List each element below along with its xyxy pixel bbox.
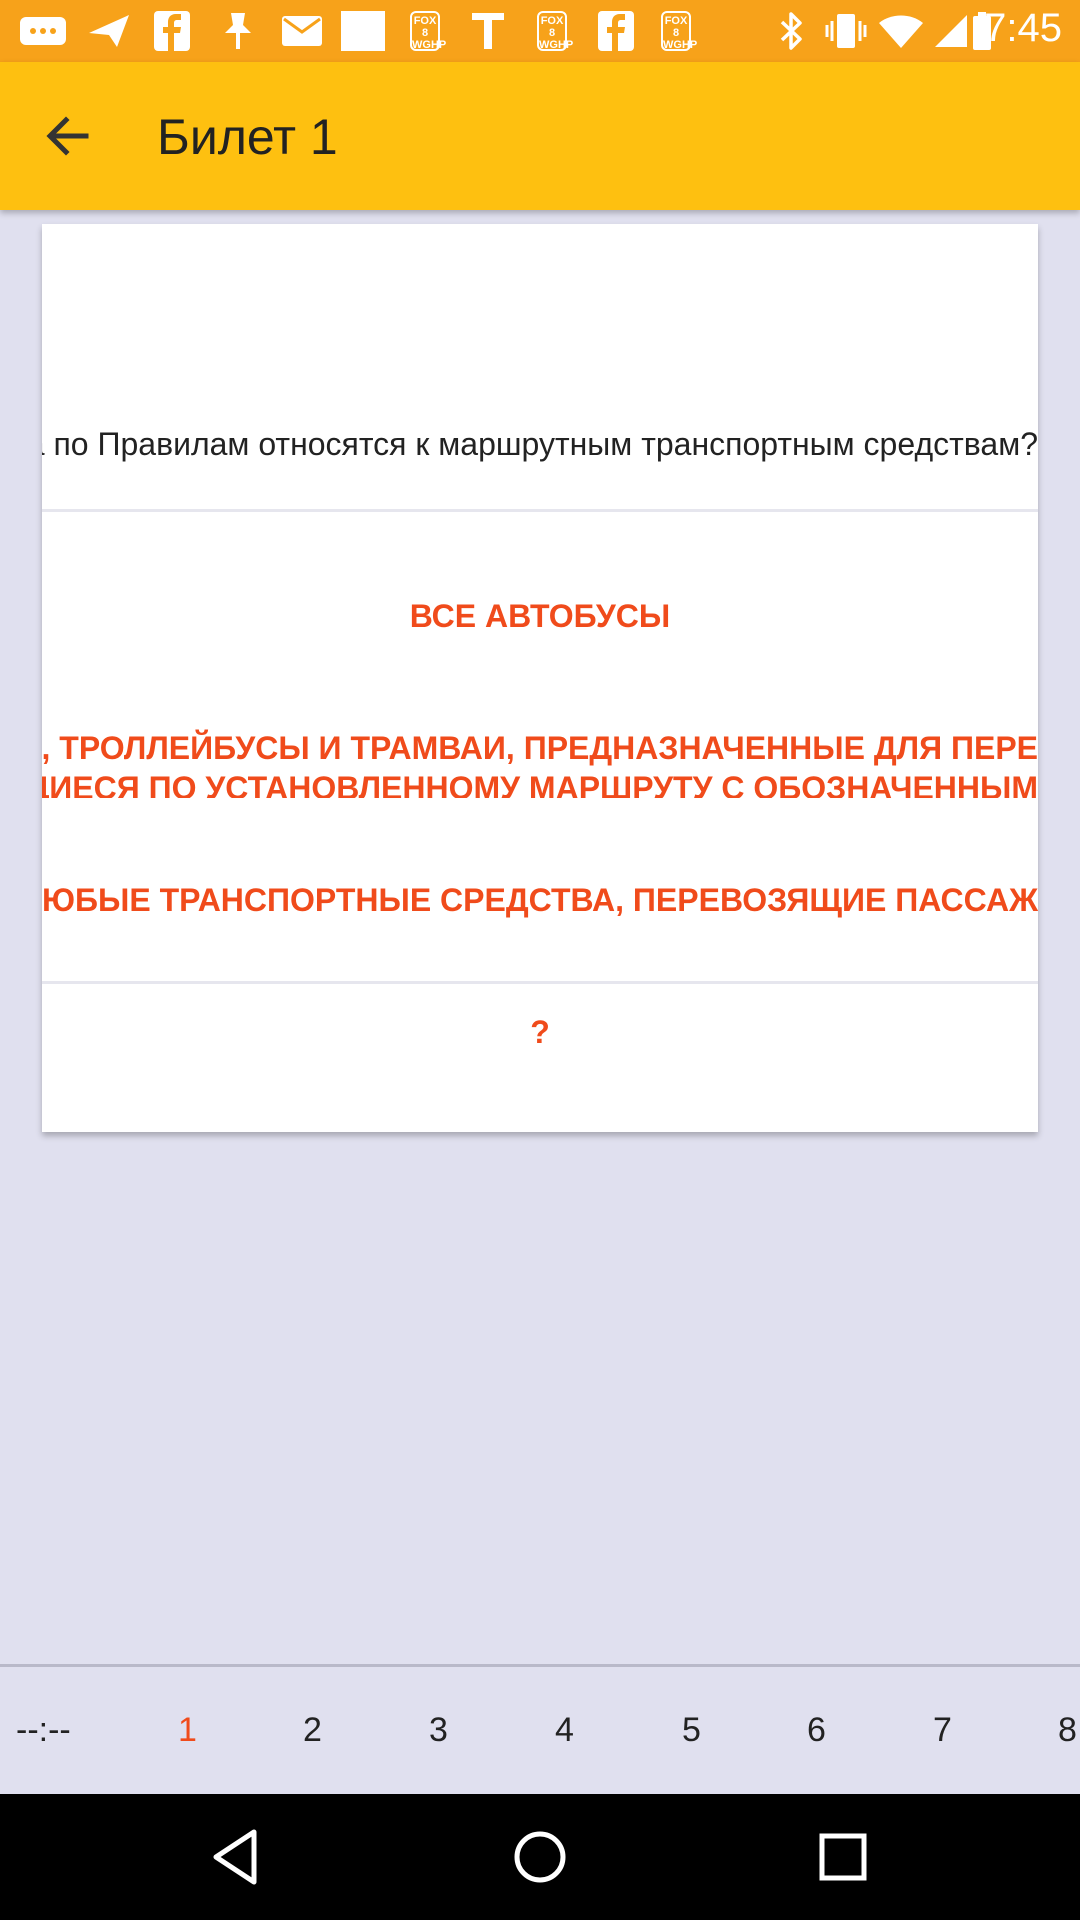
app-bar: Билет 1 (0, 62, 1080, 210)
fox8-icon: FOX 8 WGHP (660, 11, 697, 51)
answer-text-line1: АВТОБУСЫ, ТРОЛЛЕЙБУСЫ И ТРАМВАИ, ПРЕДНАЗ… (42, 730, 1038, 766)
signal-icon (932, 11, 970, 51)
answer-option-2[interactable]: АВТОБУСЫ, ТРОЛЛЕЙБУСЫ И ТРАМВАИ, ПРЕДНАЗ… (42, 728, 1038, 798)
timer-label: --:-- (16, 1711, 71, 1749)
ticket-question-tabs: --:-- 1 2 3 4 5 6 7 8 (0, 1664, 1080, 1797)
tab-question-1[interactable]: 1 (178, 1711, 197, 1750)
mail-icon (280, 11, 324, 51)
square-recents-icon (819, 1833, 867, 1881)
pin-icon (218, 11, 258, 51)
hint-button[interactable]: ? (42, 1014, 1038, 1064)
answer-text-line2: И ДВИЖУЩИЕСЯ ПО УСТАНОВЛЕННОМУ МАРШРУТУ … (42, 770, 1038, 798)
nav-back-button[interactable] (202, 1822, 272, 1892)
divider (42, 509, 1038, 512)
divider (42, 981, 1038, 984)
tab-question-6[interactable]: 6 (807, 1711, 826, 1750)
answer-text: ВСЕ АВТОБУСЫ (409, 598, 671, 634)
clock: 7:45 (984, 6, 1062, 50)
tab-question-8[interactable]: 8 (1058, 1711, 1077, 1750)
question-card: Какие транспортные средства по Правилам … (42, 224, 1038, 1132)
tab-question-7[interactable]: 7 (933, 1711, 952, 1750)
answer-option-1[interactable]: ВСЕ АВТОБУСЫ (42, 598, 1038, 642)
status-bar: FOX 8 WGHP FOX 8 WGHP FOX 8 WGHP 7:45 (0, 0, 1080, 62)
nav-home-button[interactable] (505, 1822, 575, 1892)
fox8-icon: FOX 8 WGHP (409, 11, 446, 51)
circle-home-icon (514, 1831, 566, 1883)
navigation-bar (0, 1794, 1080, 1920)
hint-text: ? (530, 1014, 550, 1050)
facebook-icon (596, 11, 636, 51)
vibrate-icon (824, 11, 868, 51)
wifi-icon (878, 11, 924, 51)
arrow-back-icon (46, 116, 89, 156)
tab-question-5[interactable]: 5 (682, 1711, 701, 1750)
answer-text: ЛЮБЫЕ ТРАНСПОРТНЫЕ СРЕДСТВА, ПЕРЕВОЗЯЩИЕ… (42, 882, 1038, 918)
tab-question-2[interactable]: 2 (303, 1711, 322, 1750)
blank-icon (340, 11, 386, 51)
more-icon (18, 11, 68, 51)
question-text-row: Какие транспортные средства по Правилам … (42, 424, 1038, 474)
answer-option-3[interactable]: ЛЮБЫЕ ТРАНСПОРТНЫЕ СРЕДСТВА, ПЕРЕВОЗЯЩИЕ… (42, 880, 1038, 924)
back-button[interactable] (38, 106, 108, 166)
tab-question-3[interactable]: 3 (429, 1711, 448, 1750)
question-text: Какие транспортные средства по Правилам … (42, 426, 1038, 462)
triangle-back-icon (213, 1829, 257, 1885)
nav-recents-button[interactable] (808, 1822, 878, 1892)
send-icon (86, 11, 132, 51)
tab-question-4[interactable]: 4 (555, 1711, 574, 1750)
facebook-icon (152, 11, 192, 51)
page-title: Билет 1 (157, 109, 338, 165)
text-icon (468, 11, 508, 51)
bluetooth-icon (774, 11, 808, 51)
fox8-icon: FOX 8 WGHP (536, 11, 573, 51)
